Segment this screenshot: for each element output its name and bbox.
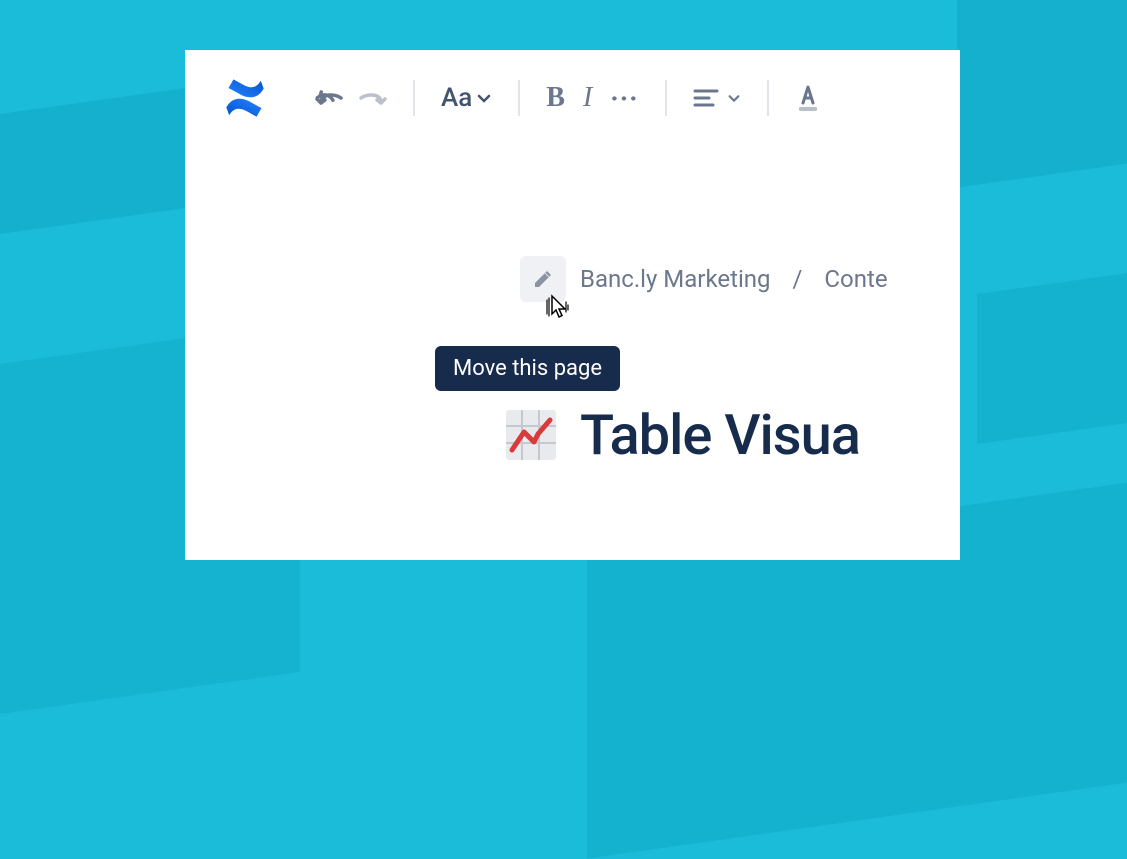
toolbar-divider — [518, 80, 520, 116]
format-section: B I ··· — [528, 82, 656, 115]
text-style-dropdown[interactable]: Aa — [441, 83, 492, 113]
align-dropdown[interactable] — [693, 87, 741, 109]
background-shape — [957, 0, 1127, 188]
alignment-section — [675, 87, 759, 109]
app-window: Aa B I ··· — [185, 50, 960, 560]
more-formatting-button[interactable]: ··· — [610, 82, 638, 115]
breadcrumb-space[interactable]: Banc.ly Marketing — [580, 265, 771, 293]
page-title-row: Table Visua — [185, 402, 960, 468]
history-section — [297, 87, 405, 109]
toolbar-divider — [665, 80, 667, 116]
pencil-icon — [531, 267, 555, 291]
text-color-button[interactable] — [795, 83, 821, 113]
text-color-section — [777, 83, 839, 113]
move-page-tooltip: Move this page — [435, 346, 620, 391]
redo-button[interactable] — [357, 87, 387, 109]
italic-label: I — [583, 82, 592, 114]
page-title[interactable]: Table Visua — [580, 402, 860, 468]
toolbar-divider — [413, 80, 415, 116]
bold-label: B — [546, 82, 565, 114]
cursor-pointer-icon — [542, 292, 574, 332]
bold-button[interactable]: B — [546, 82, 565, 114]
chevron-down-icon — [476, 90, 492, 106]
breadcrumb-parent[interactable]: Conte — [824, 265, 887, 293]
background-shape — [977, 266, 1127, 444]
tooltip-text: Move this page — [453, 356, 602, 381]
page-emoji-icon[interactable] — [502, 406, 560, 464]
content-area: Banc.ly Marketing / Conte Move this page — [185, 146, 960, 468]
confluence-logo[interactable] — [221, 74, 269, 122]
breadcrumb: Banc.ly Marketing / Conte Move this page — [185, 256, 960, 302]
italic-button[interactable]: I — [583, 82, 592, 114]
editor-toolbar: Aa B I ··· — [185, 50, 960, 146]
text-style-section: Aa — [423, 83, 510, 113]
text-style-label: Aa — [441, 83, 472, 113]
breadcrumb-separator: / — [793, 265, 803, 293]
toolbar-divider — [767, 80, 769, 116]
chevron-down-icon — [727, 91, 741, 105]
undo-button[interactable] — [315, 87, 345, 109]
